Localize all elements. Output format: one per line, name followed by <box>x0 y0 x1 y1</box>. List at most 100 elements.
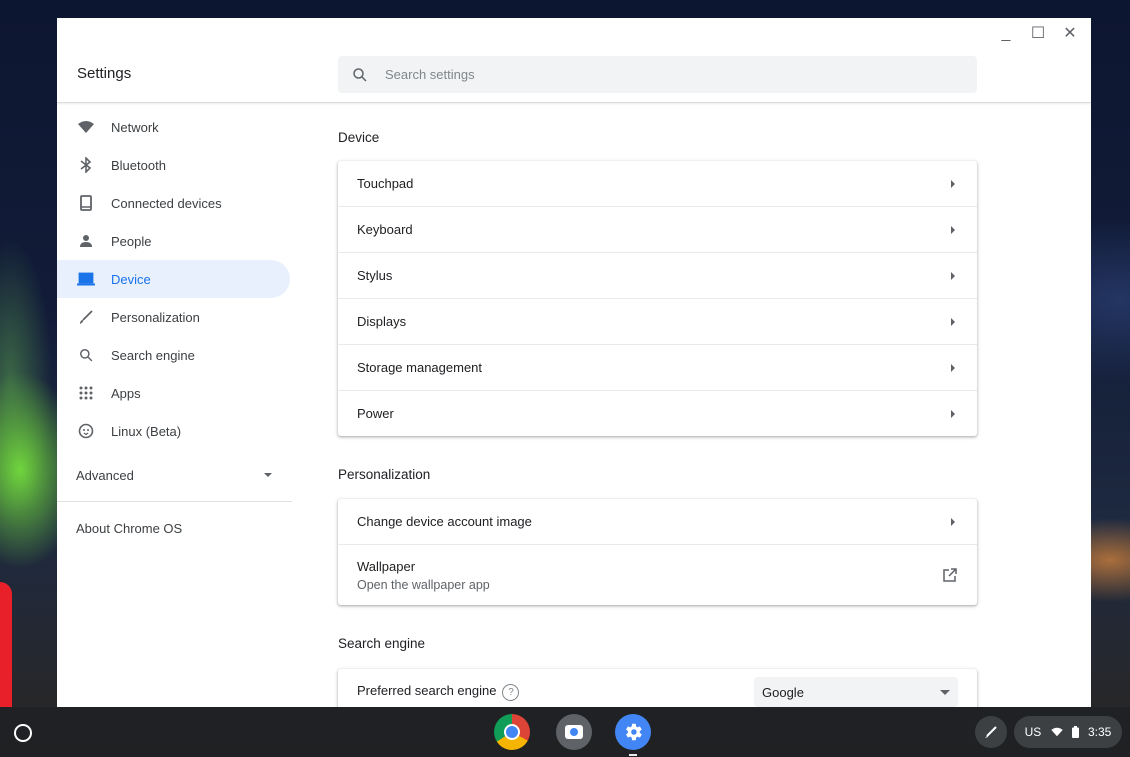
settings-app-icon[interactable] <box>615 714 651 756</box>
sidebar-item-label: Search engine <box>111 347 195 363</box>
row-label: Preferred search engine? <box>357 683 520 701</box>
sidebar-item-about[interactable]: About Chrome OS <box>57 508 297 548</box>
select-value: Google <box>762 684 804 700</box>
arrow-right-icon <box>951 517 955 526</box>
running-indicator <box>629 754 637 756</box>
open-external-icon <box>943 568 957 582</box>
shelf: US 3:35 <box>0 707 1130 757</box>
wifi-icon <box>77 118 95 136</box>
sidebar-item-search-engine[interactable]: Search engine <box>57 336 290 374</box>
sidebar-item-label: People <box>111 233 152 249</box>
arrow-right-icon <box>951 225 955 234</box>
row-label: Keyboard <box>357 222 413 237</box>
sidebar-item-apps[interactable]: Apps <box>57 374 290 412</box>
chrome-center <box>504 724 520 740</box>
section-title-personalization: Personalization <box>338 467 431 482</box>
sidebar-item-label: Apps <box>111 385 141 401</box>
device-row-storage[interactable]: Storage management <box>338 344 977 390</box>
laptop-icon <box>77 270 95 288</box>
camera-lens <box>570 728 578 736</box>
sidebar-item-network[interactable]: Network <box>57 108 290 146</box>
desktop-red-shape <box>0 582 12 707</box>
bluetooth-icon <box>77 156 95 174</box>
main-content: Device Touchpad Keyboard Stylus Displays… <box>338 102 977 707</box>
arrow-right-icon <box>951 317 955 326</box>
sidebar: Network Bluetooth Connected devices Peop… <box>57 108 297 548</box>
launcher-button[interactable] <box>14 724 32 742</box>
personalization-card: Change device account image Wallpaper Op… <box>338 499 977 605</box>
search-input[interactable] <box>383 66 947 83</box>
dropdown-caret-icon <box>940 689 950 695</box>
penguin-icon <box>77 422 95 440</box>
brush-icon <box>77 308 95 326</box>
sidebar-item-label: Bluetooth <box>111 157 166 173</box>
help-icon[interactable]: ? <box>502 683 520 701</box>
personalization-row-account-image[interactable]: Change device account image <box>338 499 977 544</box>
sidebar-divider <box>57 501 292 502</box>
camera-app-icon[interactable] <box>556 714 592 750</box>
stylus-tools-button[interactable] <box>975 716 1007 748</box>
personalization-row-wallpaper[interactable]: Wallpaper Open the wallpaper app <box>338 544 977 605</box>
row-label: Stylus <box>357 268 393 283</box>
maximize-button[interactable]: ☐ <box>1027 24 1049 44</box>
device-row-power[interactable]: Power <box>338 390 977 436</box>
search-box[interactable] <box>338 56 977 93</box>
person-icon <box>77 232 95 250</box>
page-title: Settings <box>77 65 132 82</box>
sidebar-item-label: Personalization <box>111 309 200 325</box>
search-engine-select[interactable]: Google <box>754 677 958 707</box>
window-controls: _ ☐ ✕ <box>995 24 1081 44</box>
arrow-right-icon <box>951 271 955 280</box>
search-engine-card: Preferred search engine? Google <box>338 669 977 707</box>
sidebar-item-linux[interactable]: Linux (Beta) <box>57 412 290 450</box>
wallpaper-text: Wallpaper Open the wallpaper app <box>357 559 490 592</box>
section-title-device: Device <box>338 130 380 145</box>
sidebar-item-device[interactable]: Device <box>57 260 290 298</box>
chevron-down-icon <box>264 473 272 477</box>
sidebar-item-label: Device <box>111 271 151 287</box>
arrow-right-icon <box>951 179 955 188</box>
row-label: Touchpad <box>357 176 414 191</box>
row-label: Wallpaper <box>357 558 416 574</box>
sidebar-item-label: Linux (Beta) <box>111 423 182 439</box>
sidebar-item-people[interactable]: People <box>57 222 290 260</box>
search-icon <box>77 346 95 364</box>
sidebar-item-bluetooth[interactable]: Bluetooth <box>57 146 290 184</box>
advanced-label: Advanced <box>76 467 134 483</box>
clock: 3:35 <box>1087 725 1112 739</box>
stylus-icon <box>985 726 997 738</box>
close-button[interactable]: ✕ <box>1059 24 1081 44</box>
sidebar-item-personalization[interactable]: Personalization <box>57 298 290 336</box>
sidebar-item-label: Network <box>111 119 159 135</box>
chrome-app-icon[interactable] <box>494 714 530 750</box>
settings-header: Settings _ ☐ ✕ <box>57 18 1091 103</box>
phone-icon <box>77 194 95 212</box>
minimize-button[interactable]: _ <box>995 24 1017 44</box>
device-card: Touchpad Keyboard Stylus Displays Storag… <box>338 161 977 436</box>
gear-icon <box>626 723 642 741</box>
search-engine-row: Preferred search engine? Google <box>338 669 977 707</box>
preferred-engine-label: Preferred search engine <box>357 683 497 699</box>
row-label: Power <box>357 406 394 421</box>
device-row-displays[interactable]: Displays <box>338 298 977 344</box>
sidebar-item-label: Connected devices <box>111 195 222 211</box>
battery-icon <box>1071 726 1079 738</box>
search-icon <box>353 67 367 82</box>
apps-grid-icon <box>77 384 95 402</box>
section-title-search-engine: Search engine <box>338 636 426 651</box>
arrow-right-icon <box>951 363 955 372</box>
arrow-right-icon <box>951 409 955 418</box>
row-label: Displays <box>357 314 407 329</box>
row-sublabel: Open the wallpaper app <box>357 577 490 592</box>
advanced-toggle[interactable]: Advanced <box>57 456 292 494</box>
device-row-keyboard[interactable]: Keyboard <box>338 206 977 252</box>
ime-indicator: US <box>1024 725 1042 739</box>
sidebar-item-connected-devices[interactable]: Connected devices <box>57 184 290 222</box>
wifi-icon <box>1050 727 1063 737</box>
device-row-stylus[interactable]: Stylus <box>338 252 977 298</box>
row-label: Storage management <box>357 360 483 375</box>
status-area[interactable]: US 3:35 <box>1014 716 1122 748</box>
settings-window: Settings _ ☐ ✕ Network Bluetooth Connect… <box>57 18 1091 707</box>
device-row-touchpad[interactable]: Touchpad <box>338 161 977 206</box>
row-label: Change device account image <box>357 514 532 529</box>
